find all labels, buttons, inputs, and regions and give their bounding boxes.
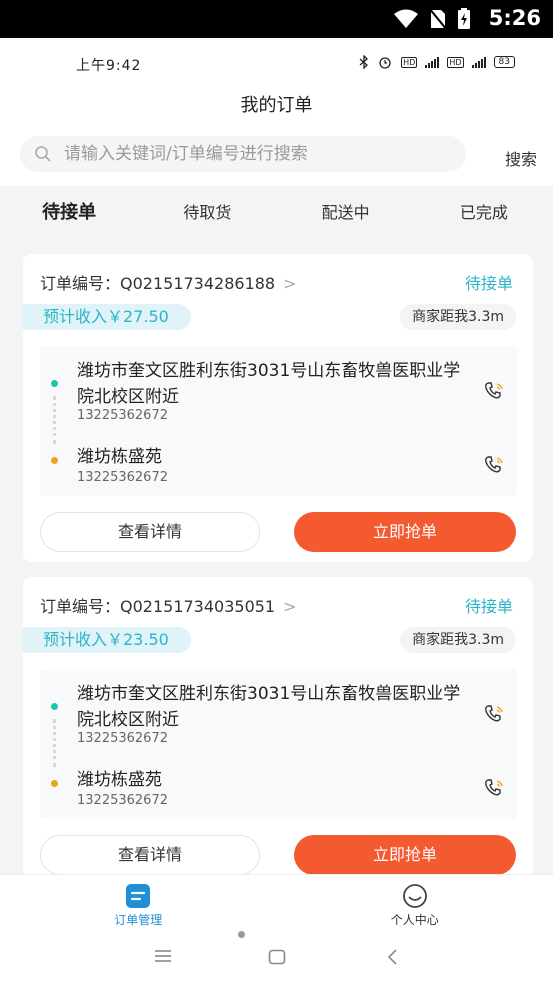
view-details-button[interactable]: 查看详情 bbox=[40, 512, 260, 552]
phone-call-icon[interactable] bbox=[483, 454, 505, 476]
pickup-phone: 13225362672 bbox=[77, 731, 168, 746]
nav-personal-center[interactable]: 个人中心 bbox=[277, 875, 553, 931]
phone-status-bar: 上午9:42 HD HD 83 bbox=[0, 38, 553, 86]
search-button[interactable]: 搜索 bbox=[505, 146, 537, 170]
tab-pickup[interactable]: 待取货 bbox=[138, 186, 276, 242]
hd-icon: HD bbox=[401, 56, 418, 68]
dropoff-phone: 13225362672 bbox=[77, 470, 168, 485]
page-indicator-dot bbox=[238, 931, 245, 938]
wifi-icon bbox=[394, 9, 418, 28]
phone-time: 上午9:42 bbox=[76, 58, 142, 74]
hd-icon-2: HD bbox=[447, 56, 464, 68]
grab-order-button[interactable]: 立即抢单 bbox=[294, 512, 516, 552]
nav-order-management[interactable]: 订单管理 bbox=[0, 875, 277, 931]
page-title: 我的订单 bbox=[240, 95, 313, 116]
battery-charging-icon bbox=[458, 8, 470, 29]
back-icon[interactable] bbox=[386, 948, 398, 966]
phone-status-icons: HD HD 83 bbox=[359, 55, 515, 69]
chevron-right-icon: > bbox=[283, 597, 297, 616]
tab-delivering[interactable]: 配送中 bbox=[277, 186, 415, 242]
pickup-dot-icon bbox=[51, 703, 58, 710]
nav-label: 订单管理 bbox=[114, 913, 163, 927]
order-status: 待接单 bbox=[464, 597, 513, 616]
phone-call-icon[interactable] bbox=[483, 777, 505, 799]
estimated-income: 预计收入￥23.50 bbox=[23, 627, 191, 653]
dropoff-phone: 13225362672 bbox=[77, 793, 168, 808]
estimated-income: 预计收入￥27.50 bbox=[23, 304, 191, 330]
alarm-icon bbox=[379, 57, 391, 69]
battery-level: 83 bbox=[493, 56, 515, 68]
address-box: 潍坊市奎文区胜利东街3031号山东畜牧兽医职业学院北校区附近 132253626… bbox=[40, 346, 517, 496]
view-details-button[interactable]: 查看详情 bbox=[40, 835, 260, 875]
system-status-bar: 5:26 bbox=[0, 0, 553, 38]
order-number: 订单编号：Q02151734035051 bbox=[40, 597, 276, 616]
phone-call-icon[interactable] bbox=[483, 380, 505, 402]
dropoff-dot-icon bbox=[51, 457, 58, 464]
search-icon bbox=[35, 146, 51, 162]
order-card: 订单编号：Q02151734035051 > 待接单 预计收入￥23.50 商家距… bbox=[23, 577, 533, 877]
pickup-address: 潍坊市奎文区胜利东街3031号山东畜牧兽医职业学院北校区附近 bbox=[77, 684, 461, 730]
route-dash bbox=[53, 719, 56, 767]
home-icon[interactable] bbox=[268, 949, 286, 965]
pickup-dot-icon bbox=[51, 380, 58, 387]
pickup-phone: 13225362672 bbox=[77, 408, 168, 423]
chevron-right-icon: > bbox=[283, 274, 297, 293]
grab-order-button[interactable]: 立即抢单 bbox=[294, 835, 516, 875]
search-input[interactable] bbox=[64, 144, 444, 164]
status-icons bbox=[393, 8, 471, 30]
order-status: 待接单 bbox=[464, 274, 513, 293]
search-bar[interactable] bbox=[20, 136, 466, 172]
address-box: 潍坊市奎文区胜利东街3031号山东畜牧兽医职业学院北校区附近 132253626… bbox=[40, 669, 517, 819]
tab-completed[interactable]: 已完成 bbox=[415, 186, 553, 242]
order-number-link[interactable]: 订单编号：Q02151734286188 > bbox=[40, 270, 297, 294]
merchant-distance: 商家距我3.3m bbox=[400, 627, 516, 653]
order-list-icon bbox=[126, 884, 151, 908]
system-navigation-bar bbox=[0, 931, 553, 983]
order-number: 订单编号：Q02151734286188 bbox=[40, 274, 276, 293]
route-dash bbox=[53, 396, 56, 444]
merchant-distance: 商家距我3.3m bbox=[400, 304, 516, 330]
phone-call-icon[interactable] bbox=[483, 703, 505, 725]
profile-icon bbox=[402, 884, 427, 908]
no-sim-icon bbox=[429, 8, 447, 30]
dropoff-dot-icon bbox=[51, 780, 58, 787]
signal-4g-icon bbox=[471, 56, 486, 68]
bottom-navigation: 订单管理 个人中心 bbox=[0, 874, 553, 931]
pickup-address: 潍坊市奎文区胜利东街3031号山东畜牧兽医职业学院北校区附近 bbox=[77, 361, 461, 407]
nav-label: 个人中心 bbox=[390, 913, 439, 927]
order-status-tabs: 待接单 待取货 配送中 已完成 bbox=[0, 186, 553, 242]
dropoff-address: 潍坊栋盛苑 bbox=[77, 770, 162, 790]
bluetooth-icon bbox=[359, 55, 369, 69]
signal-5g-icon bbox=[425, 56, 440, 68]
tab-pending[interactable]: 待接单 bbox=[0, 186, 138, 242]
order-number-link[interactable]: 订单编号：Q02151734035051 > bbox=[40, 593, 297, 617]
menu-icon[interactable] bbox=[154, 949, 172, 963]
order-card: 订单编号：Q02151734286188 > 待接单 预计收入￥27.50 商家距… bbox=[23, 254, 533, 562]
page-header: 我的订单 搜索 bbox=[0, 86, 553, 186]
dropoff-address: 潍坊栋盛苑 bbox=[77, 447, 162, 467]
status-time: 5:26 bbox=[488, 6, 541, 30]
